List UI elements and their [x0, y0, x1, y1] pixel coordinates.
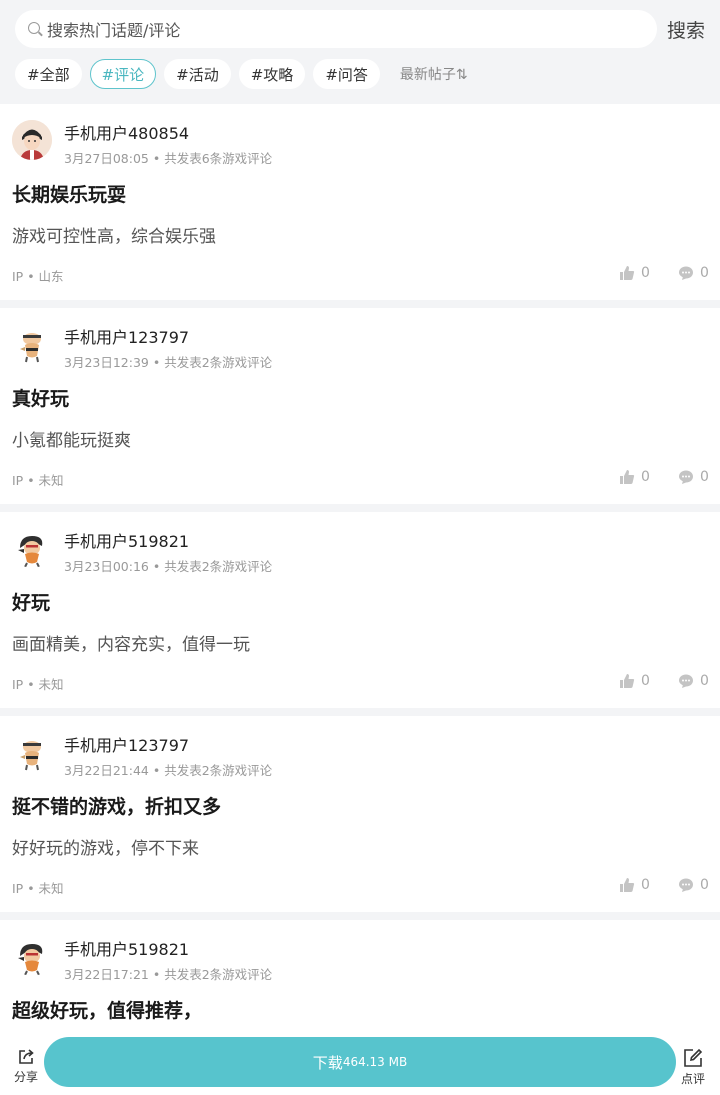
comment-bubble-icon — [679, 266, 693, 280]
comment-count: 0 — [700, 673, 709, 689]
post-username[interactable]: 手机用户123797 — [64, 732, 189, 756]
avatar-illustration — [18, 536, 43, 568]
post-ip: IP • 未知 — [12, 881, 64, 896]
tag-guide[interactable]: #攻略 — [238, 59, 306, 89]
post-review-count: • 共发表2条游戏评论 — [148, 967, 273, 982]
like-button[interactable]: 0 — [619, 877, 650, 893]
post-review-count: • 共发表6条游戏评论 — [148, 151, 273, 166]
post-date: 3月27日08:05 — [64, 151, 149, 166]
post-meta: 3月23日12:39 • 共发表2条游戏评论 — [64, 352, 272, 371]
tag-filter-bar: #全部 #评论 #活动 #攻略 #问答 最新帖子⇅ — [15, 59, 720, 89]
post-username[interactable]: 手机用户519821 — [64, 936, 189, 960]
post-title: 超级好玩，值得推荐， — [12, 1000, 203, 1022]
share-button[interactable]: 分享 — [9, 1048, 43, 1085]
like-count: 0 — [641, 265, 650, 281]
post-date: 3月22日21:44 — [64, 763, 149, 778]
post-ip: IP • 未知 — [12, 677, 64, 692]
comment-count: 0 — [700, 469, 709, 485]
thumbs-up-icon — [620, 266, 635, 280]
comment-button[interactable]: 0 — [678, 673, 709, 689]
search-input[interactable]: 搜索热门话题/评论 — [15, 10, 657, 48]
avatar[interactable] — [12, 936, 52, 976]
tag-activity[interactable]: #活动 — [164, 59, 231, 89]
comment-button[interactable]: 0 — [678, 265, 709, 281]
post-ip: IP • 山东 — [12, 269, 64, 284]
thumbs-up-icon — [620, 878, 635, 892]
thumbs-up-icon — [620, 674, 635, 688]
post-content: 小氪都能玩挺爽 — [12, 431, 131, 451]
comment-bubble-icon — [679, 674, 693, 688]
post-content: 好好玩的游戏，停不下来 — [12, 839, 199, 859]
like-count: 0 — [641, 469, 650, 485]
tag-review[interactable]: #评论 — [89, 59, 157, 89]
comment-button[interactable]: 0 — [678, 469, 709, 485]
post-card[interactable]: 手机用户123797 3月23日12:39 • 共发表2条游戏评论 真好玩 小氪… — [0, 308, 720, 504]
search-button[interactable]: 搜索 — [667, 16, 705, 43]
review-button[interactable]: 点评 — [676, 1048, 710, 1087]
share-icon — [19, 1049, 34, 1064]
avatar[interactable] — [12, 528, 52, 568]
search-icon — [27, 21, 43, 37]
search-row: 搜索热门话题/评论 搜索 — [15, 10, 720, 48]
post-card[interactable]: 手机用户519821 3月22日17:21 • 共发表2条游戏评论 超级好玩，值… — [0, 920, 720, 1028]
post-card[interactable]: 手机用户519821 3月23日00:16 • 共发表2条游戏评论 好玩 画面精… — [0, 512, 720, 708]
avatar[interactable] — [12, 120, 52, 160]
comment-button[interactable]: 0 — [678, 877, 709, 893]
bottom-action-bar: 分享 下载 464.13 MB 点评 — [0, 1028, 720, 1095]
tag-qa[interactable]: #问答 — [313, 59, 380, 89]
sort-dropdown[interactable]: 最新帖子⇅ — [400, 64, 468, 84]
post-title: 挺不错的游戏，折扣又多 — [12, 796, 222, 818]
like-count: 0 — [641, 877, 650, 893]
sort-arrows-icon: ⇅ — [455, 67, 468, 83]
avatar-illustration — [12, 120, 52, 160]
post-review-count: • 共发表2条游戏评论 — [148, 355, 273, 370]
search-placeholder: 搜索热门话题/评论 — [47, 21, 181, 40]
post-date: 3月23日12:39 — [64, 355, 149, 370]
download-size: 464.13 MB — [342, 1055, 408, 1069]
post-content: 游戏可控性高，综合娱乐强 — [12, 227, 216, 247]
header: 搜索热门话题/评论 搜索 #全部 #评论 #活动 #攻略 #问答 最新帖子⇅ — [0, 0, 720, 104]
review-label: 点评 — [680, 1072, 705, 1086]
avatar[interactable] — [12, 324, 52, 364]
comment-bubble-icon — [679, 470, 693, 484]
post-date: 3月23日00:16 — [64, 559, 149, 574]
post-date: 3月22日17:21 — [64, 967, 149, 982]
download-label: 下载 — [312, 1053, 343, 1072]
like-button[interactable]: 0 — [619, 469, 650, 485]
comment-count: 0 — [700, 265, 709, 281]
post-review-count: • 共发表2条游戏评论 — [148, 763, 273, 778]
post-meta: 3月27日08:05 • 共发表6条游戏评论 — [64, 148, 272, 167]
avatar-illustration — [20, 741, 41, 771]
post-meta: 3月22日17:21 • 共发表2条游戏评论 — [64, 964, 272, 983]
post-meta: 3月23日00:16 • 共发表2条游戏评论 — [64, 556, 272, 575]
post-card[interactable]: 手机用户123797 3月22日21:44 • 共发表2条游戏评论 挺不错的游戏… — [0, 716, 720, 912]
avatar-illustration — [18, 944, 43, 976]
post-content: 画面精美，内容充实，值得一玩 — [12, 635, 250, 655]
post-title: 真好玩 — [12, 388, 70, 410]
like-count: 0 — [641, 673, 650, 689]
avatar[interactable] — [12, 732, 52, 772]
download-button[interactable]: 下载 464.13 MB — [44, 1037, 676, 1087]
comment-bubble-icon — [679, 878, 693, 892]
post-card[interactable]: 手机用户480854 3月27日08:05 • 共发表6条游戏评论 长期娱乐玩耍… — [0, 104, 720, 300]
post-review-count: • 共发表2条游戏评论 — [148, 559, 273, 574]
post-username[interactable]: 手机用户123797 — [64, 324, 189, 348]
comment-count: 0 — [700, 877, 709, 893]
share-label: 分享 — [13, 1070, 38, 1084]
sort-label: 最新帖子 — [399, 67, 456, 83]
avatar-illustration — [20, 333, 41, 363]
post-title: 好玩 — [12, 592, 51, 614]
tag-all[interactable]: #全部 — [15, 59, 82, 89]
post-username[interactable]: 手机用户519821 — [64, 528, 189, 552]
post-meta: 3月22日21:44 • 共发表2条游戏评论 — [64, 760, 272, 779]
post-username[interactable]: 手机用户480854 — [64, 120, 189, 144]
like-button[interactable]: 0 — [619, 265, 650, 281]
edit-icon — [684, 1048, 703, 1067]
post-title: 长期娱乐玩耍 — [12, 184, 127, 206]
post-ip: IP • 未知 — [12, 473, 64, 488]
thumbs-up-icon — [620, 470, 635, 484]
like-button[interactable]: 0 — [619, 673, 650, 689]
